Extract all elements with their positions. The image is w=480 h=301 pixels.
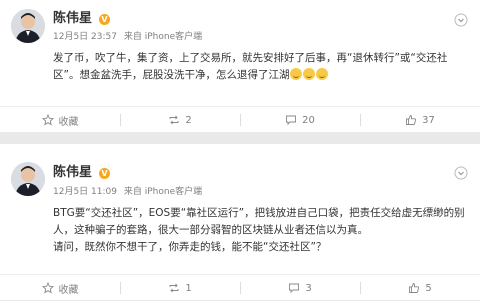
post-text-paragraph: 请问，既然你不想干了，你弄走的钱，能不能“交还社区”？ — [53, 241, 327, 253]
comment-icon — [286, 115, 297, 126]
emoji-icon — [303, 68, 316, 80]
author-name[interactable]: 陈伟星 — [53, 165, 92, 181]
post-source: 来自 iPhone客户端 — [123, 32, 203, 42]
favorite-label: 收藏 — [58, 284, 79, 296]
favorite-button[interactable]: 收藏 — [0, 107, 120, 133]
post-text-paragraph: BTG要“交还社区”，EOS要“靠社区运行”，把钱放进自己口袋，把责任交给虚无缥… — [53, 207, 465, 236]
thumbs-up-icon — [409, 283, 420, 293]
chevron-down-icon[interactable] — [454, 13, 468, 27]
comment-button[interactable]: 20 — [240, 107, 360, 133]
repost-button[interactable]: 1 — [120, 275, 240, 301]
repost-icon — [169, 283, 179, 293]
repost-button[interactable]: 2 — [120, 107, 240, 133]
like-count: 37 — [422, 114, 435, 126]
post-text: BTG要“交还社区”，EOS要“靠社区运行”，把钱放进自己口袋，把责任交给虚无缥… — [53, 205, 471, 256]
comment-button[interactable]: 3 — [240, 275, 360, 301]
post-timestamp[interactable]: 12月5日 23:57 — [53, 32, 117, 42]
verified-badge-icon: V — [99, 168, 110, 179]
like-button[interactable]: 37 — [360, 107, 480, 133]
post-text-content: 发了币，吹了牛，集了资，上了交易所，就先安排好了后事，再“退休转行”或“交还社区… — [53, 52, 448, 81]
favorite-button[interactable]: 收藏 — [0, 275, 120, 301]
like-button[interactable]: 5 — [360, 275, 480, 301]
emoji-icon — [290, 68, 303, 80]
post-timestamp[interactable]: 12月5日 11:09 — [53, 187, 117, 197]
repost-count: 1 — [185, 282, 192, 294]
action-bar: 收藏 1 3 5 — [0, 274, 480, 301]
verified-badge-icon: V — [99, 14, 110, 25]
emoji-icon — [316, 68, 329, 80]
comment-icon — [289, 283, 300, 294]
chevron-down-icon[interactable] — [454, 166, 468, 180]
avatar[interactable] — [11, 162, 45, 196]
post-text: 发了币，吹了牛，集了资，上了交易所，就先安排好了后事，再“退休转行”或“交还社区… — [53, 50, 471, 84]
post-meta: 12月5日 11:09 来自 iPhone客户端 — [53, 186, 206, 198]
action-bar: 收藏 2 20 37 — [0, 106, 480, 133]
avatar[interactable] — [11, 9, 45, 43]
repost-count: 2 — [185, 114, 192, 126]
post-meta: 12月5日 23:57 来自 iPhone客户端 — [53, 31, 206, 43]
weibo-post: 陈伟星 V 12月5日 23:57 来自 iPhone客户端 发了币，吹了牛，集… — [0, 0, 480, 132]
repost-icon — [169, 115, 179, 125]
star-icon — [41, 114, 54, 126]
weibo-post: 陈伟星 V 12月5日 11:09 来自 iPhone客户端 BTG要“交还社区… — [0, 144, 480, 300]
comment-count: 20 — [302, 114, 315, 126]
author-name[interactable]: 陈伟星 — [53, 11, 92, 27]
comment-count: 3 — [305, 282, 312, 294]
like-count: 5 — [425, 282, 432, 294]
star-icon — [41, 282, 54, 294]
thumbs-up-icon — [406, 115, 417, 125]
favorite-label: 收藏 — [58, 116, 79, 128]
post-source: 来自 iPhone客户端 — [123, 187, 203, 197]
